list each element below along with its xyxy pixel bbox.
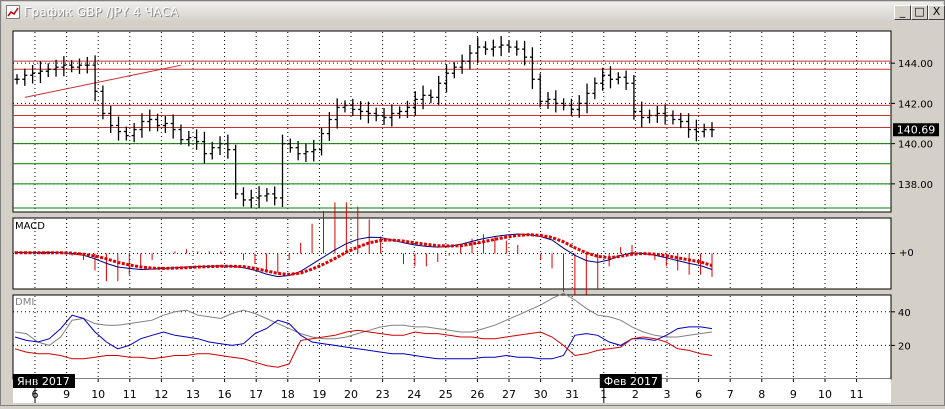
close-button[interactable]: X — [928, 5, 945, 20]
x-tick-label: 16 — [218, 388, 232, 401]
price-tick-label: 140.00 — [898, 140, 933, 151]
x-tick-label: 12 — [154, 388, 168, 401]
x-tick-label: 13 — [186, 388, 200, 401]
x-tick-label: 2 — [632, 388, 639, 401]
x-tick-label: 9 — [63, 388, 70, 401]
x-tick-label: 24 — [407, 388, 421, 401]
x-tick-label: 9 — [790, 388, 797, 401]
x-tick-label: 27 — [502, 388, 516, 401]
restore-button[interactable]: □ — [911, 5, 928, 20]
chart-svg: 144.00142.00140.00138.00 140.69 MACD +0 … — [12, 30, 939, 403]
macd-plot-area[interactable] — [12, 217, 892, 290]
current-price-value: 140.69 — [897, 124, 936, 137]
x-tick-label: 18 — [281, 388, 295, 401]
dmi-tick-label: 20 — [898, 341, 911, 352]
price-plot-area[interactable] — [12, 30, 892, 213]
dmi-tick-label: 40 — [898, 308, 911, 319]
x-tick-label: 7 — [727, 388, 734, 401]
x-tick-label: 17 — [249, 388, 263, 401]
month-label: Фев 2017 — [604, 375, 658, 388]
month-label: Янв 2017 — [17, 375, 70, 388]
macd-panel: MACD +0 — [12, 202, 914, 301]
x-tick-label: 8 — [758, 388, 765, 401]
x-tick-label: 25 — [439, 388, 453, 401]
chart-area[interactable]: 144.00 142.00 140.00 138.00 140.69 MACD +0 … — [1, 23, 944, 405]
price-tick-label: 144.00 — [898, 59, 933, 70]
price-tick-label: 138.00 — [898, 180, 933, 191]
dmi-label: DMI — [15, 297, 34, 308]
x-tick-label: 10 — [818, 388, 832, 401]
minimize-button[interactable]: _ — [894, 5, 911, 20]
x-tick-label: 20 — [344, 388, 358, 401]
x-tick-label: 11 — [850, 388, 864, 401]
x-tick-label: 6 — [695, 388, 702, 401]
x-tick-label: 10 — [91, 388, 105, 401]
price-tick-label: 142.00 — [898, 99, 933, 110]
macd-label: MACD — [15, 221, 45, 232]
x-tick-label: 26 — [470, 388, 484, 401]
x-tick-label: 3 — [664, 388, 671, 401]
x-tick-label: 31 — [565, 388, 579, 401]
x-tick-label: 19 — [312, 388, 326, 401]
dmi-panel: DMI 40 20 — [12, 292, 911, 380]
x-tick-label: 23 — [376, 388, 390, 401]
window-title: График GBP /JPY 4 ЧАСА — [24, 5, 179, 19]
x-tick-label: 30 — [534, 388, 548, 401]
chart-window: График GBP /JPY 4 ЧАСА _ □ X 144.00 142.0… — [0, 0, 945, 406]
title-bar: График GBP /JPY 4 ЧАСА _ □ X — [2, 2, 945, 22]
current-price-label: 140.69 — [893, 123, 939, 137]
price-panel: 144.00 142.00 140.00 138.00 140.69 — [12, 30, 939, 213]
x-tick-label: 11 — [123, 388, 137, 401]
macd-zero-label: +0 — [899, 248, 914, 259]
chart-app-icon — [6, 5, 20, 19]
